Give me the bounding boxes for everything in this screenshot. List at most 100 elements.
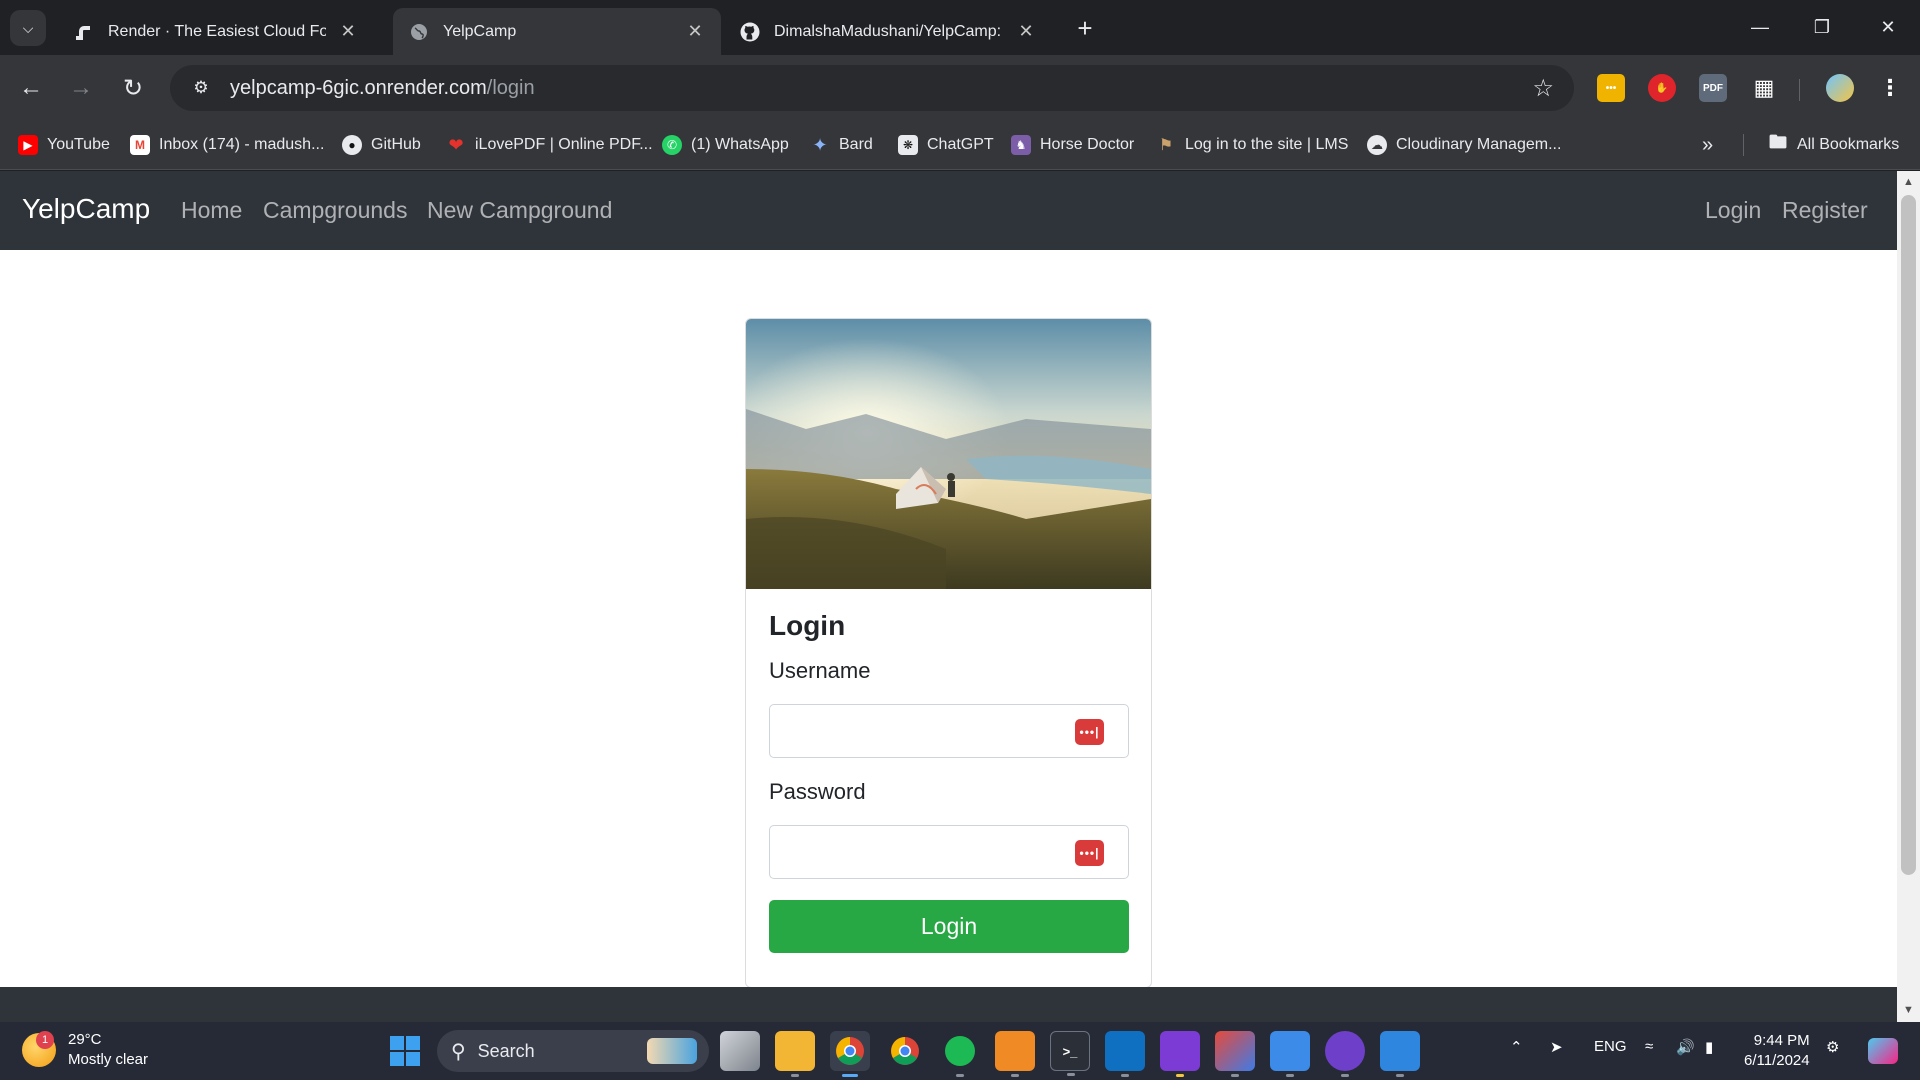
wifi-icon[interactable]: ≈: [1645, 1038, 1653, 1055]
bookmark-gmail[interactable]: M Inbox (174) - madush...: [130, 132, 324, 158]
arrow-left-icon: ←: [19, 74, 43, 101]
bookmark-github[interactable]: ● GitHub: [342, 132, 421, 158]
scroll-up-icon[interactable]: ▲: [1902, 175, 1915, 188]
bookmark-lms[interactable]: ⚑ Log in to the site | LMS: [1156, 132, 1349, 158]
extension-pdf-icon[interactable]: PDF: [1699, 74, 1727, 102]
tab-search-button[interactable]: ⌵: [10, 10, 46, 46]
ilovepdf-icon: ❤: [448, 134, 464, 155]
bookmark-chatgpt[interactable]: ❋ ChatGPT: [898, 132, 994, 158]
weather-widget[interactable]: 1 29°C Mostly clear: [22, 1030, 148, 1070]
pdf-app-icon[interactable]: [995, 1031, 1035, 1077]
nav-link-register[interactable]: Register: [1782, 197, 1868, 224]
task-view-icon[interactable]: [720, 1031, 760, 1071]
taskbar-search-box[interactable]: ⚲ Search: [437, 1030, 709, 1072]
tab-github-repo[interactable]: DimalshaMadushani/YelpCamp: A ✕: [724, 8, 1052, 55]
system-clock[interactable]: 9:44 PM 6/11/2024: [1744, 1031, 1810, 1071]
language-indicator[interactable]: ENG: [1594, 1038, 1627, 1055]
bookmark-label: Bard: [839, 136, 873, 153]
file-explorer-icon[interactable]: [775, 1031, 815, 1077]
git-client-icon[interactable]: [1215, 1031, 1255, 1077]
bookmark-horse-doctor[interactable]: ♞ Horse Doctor: [1011, 132, 1134, 158]
tab-title: YelpCamp: [443, 22, 517, 40]
copilot-icon[interactable]: [1868, 1038, 1898, 1064]
chevron-up-icon[interactable]: ⌃: [1510, 1038, 1523, 1056]
nav-link-new-campground[interactable]: New Campground: [427, 197, 612, 224]
terminal-icon[interactable]: >_: [1050, 1031, 1090, 1076]
vscode-icon[interactable]: [1105, 1031, 1145, 1077]
github-desktop-icon[interactable]: [1325, 1031, 1365, 1077]
username-input[interactable]: •••|: [769, 704, 1129, 758]
profile-avatar[interactable]: [1826, 74, 1854, 102]
gmail-icon: M: [130, 135, 150, 155]
minimize-button[interactable]: —: [1730, 0, 1790, 55]
tab-render[interactable]: Render · The Easiest Cloud For All Your …: [58, 8, 374, 55]
visual-studio-icon[interactable]: [1160, 1031, 1200, 1077]
bookmark-label: iLovePDF | Online PDF...: [475, 136, 653, 153]
bookmark-bard[interactable]: ✦ Bard: [810, 132, 873, 158]
notifications-icon[interactable]: ⚙: [1826, 1038, 1839, 1056]
bookmark-star-icon[interactable]: ☆: [1532, 74, 1554, 103]
folder-icon: 🖿: [1769, 132, 1787, 152]
tab-yelpcamp[interactable]: YelpCamp ✕: [393, 8, 721, 55]
notepad-icon[interactable]: [1270, 1031, 1310, 1077]
bookmark-cloudinary[interactable]: ☁ Cloudinary Managem...: [1367, 132, 1561, 158]
scrollbar-thumb[interactable]: [1901, 195, 1916, 875]
forward-button[interactable]: →: [61, 68, 101, 108]
search-icon: ⚲: [451, 1040, 466, 1063]
chrome-active-icon[interactable]: [830, 1031, 870, 1077]
windows-start-button[interactable]: [390, 1036, 420, 1066]
photos-icon[interactable]: [1380, 1031, 1420, 1077]
username-label: Username: [769, 658, 871, 683]
bookmark-ilovepdf[interactable]: ❤ iLovePDF | Online PDF...: [446, 132, 653, 158]
all-bookmarks-button[interactable]: 🖿 All Bookmarks: [1768, 132, 1899, 158]
bookmark-youtube[interactable]: ▶ YouTube: [18, 132, 110, 158]
volume-icon[interactable]: 🔊: [1676, 1038, 1695, 1056]
bookmark-label: Cloudinary Managem...: [1396, 136, 1562, 153]
nav-link-login[interactable]: Login: [1705, 197, 1761, 224]
search-highlight-image: [647, 1038, 697, 1064]
minimize-icon: —: [1751, 17, 1769, 37]
nav-link-home[interactable]: Home: [181, 197, 242, 224]
page-scrollbar[interactable]: ▲ ▼: [1897, 171, 1920, 1022]
nav-link-campgrounds[interactable]: Campgrounds: [263, 197, 407, 224]
close-tab-icon[interactable]: ✕: [1016, 21, 1036, 42]
notification-badge: 1: [36, 1031, 54, 1049]
tab-title: Render · The Easiest Cloud For All Your …: [108, 22, 326, 40]
login-submit-button[interactable]: Login: [769, 900, 1129, 953]
chrome-icon[interactable]: [885, 1031, 925, 1071]
reload-button[interactable]: ↻: [113, 68, 153, 108]
site-brand[interactable]: YelpCamp: [22, 193, 150, 225]
password-manager-icon[interactable]: •••|: [1075, 719, 1104, 745]
search-label: Search: [477, 1040, 535, 1061]
address-bar[interactable]: ⚙ yelpcamp-6gic.onrender.com/login ☆: [170, 65, 1574, 111]
restore-button[interactable]: ❐: [1792, 0, 1852, 55]
close-tab-icon[interactable]: ✕: [338, 21, 358, 42]
youtube-icon: ▶: [18, 135, 38, 155]
bookmark-label: (1) WhatsApp: [691, 136, 789, 153]
bookmarks-bar: ▶ YouTube M Inbox (174) - madush... ● GitHu…: [0, 121, 1920, 170]
password-input[interactable]: •••|: [769, 825, 1129, 879]
login-card: Login Username •••| Password •••| Login: [745, 318, 1152, 988]
extension-adblock-icon[interactable]: ✋: [1648, 74, 1676, 102]
scroll-down-icon[interactable]: ▼: [1902, 1003, 1915, 1016]
plus-icon: +: [1077, 12, 1093, 43]
new-tab-button[interactable]: +: [1070, 13, 1100, 43]
spotify-icon[interactable]: [940, 1031, 980, 1077]
battery-icon[interactable]: ▮: [1705, 1038, 1713, 1056]
whatsapp-icon: ✆: [662, 135, 682, 155]
browser-tab-strip: ⌵ Render · The Easiest Cloud For All You…: [0, 0, 1920, 55]
extension-password-manager-icon[interactable]: •••: [1597, 74, 1625, 102]
close-window-button[interactable]: ✕: [1858, 0, 1918, 55]
more-bookmarks-button[interactable]: »: [1702, 132, 1713, 158]
close-tab-icon[interactable]: ✕: [685, 21, 705, 42]
github-icon: ●: [342, 135, 362, 155]
extensions-puzzle-icon[interactable]: ▦: [1750, 74, 1778, 102]
site-info-icon[interactable]: ⚙: [188, 75, 214, 101]
bookmark-whatsapp[interactable]: ✆ (1) WhatsApp: [662, 132, 789, 158]
menu-dots-icon[interactable]: ⋮: [1876, 74, 1904, 102]
horse-doctor-icon: ♞: [1011, 135, 1031, 155]
password-manager-icon[interactable]: •••|: [1075, 840, 1104, 866]
chatgpt-icon: ❋: [898, 135, 918, 155]
back-button[interactable]: ←: [11, 68, 51, 108]
location-icon[interactable]: ➤: [1550, 1038, 1563, 1056]
